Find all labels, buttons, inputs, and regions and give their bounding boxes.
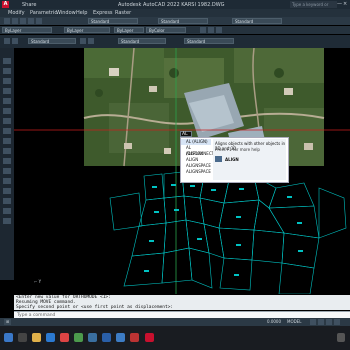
lineweight-dropdown[interactable]: ByLayer	[114, 27, 144, 33]
browser-icon[interactable]	[46, 333, 55, 342]
command-tooltip: Aligns objects with other objects in 2D …	[213, 139, 286, 180]
linetype-dropdown[interactable]: ByLayer	[64, 27, 110, 33]
autocomplete-item[interactable]: ALLPLAY	[181, 151, 211, 157]
windows-taskbar	[0, 326, 350, 350]
menu-item-raster[interactable]: Raster	[115, 10, 131, 16]
command-autocomplete-list: AL (ALIGN) AL (DISCONNECT) ALLPLAY ALIGN…	[180, 137, 289, 183]
autocomplete-item[interactable]: ALIGN	[181, 157, 211, 163]
autocomplete-item[interactable]: ALIGNSPACE	[181, 169, 211, 175]
line-tool-icon[interactable]	[3, 58, 11, 64]
close-icon[interactable]: ×	[343, 1, 348, 7]
extend-tool-icon[interactable]	[3, 178, 11, 184]
hatch-tool-icon[interactable]	[3, 108, 11, 114]
offset-tool-icon[interactable]	[3, 188, 11, 194]
ucs-icon: ⌐ Y	[34, 279, 42, 284]
grid-icon[interactable]	[310, 319, 316, 325]
tool-icon[interactable]	[12, 38, 18, 44]
menu-bar: Modify Parametric Window Help Express Ra…	[0, 9, 350, 17]
left-tool-palette	[0, 48, 14, 280]
title-bar: A Share Autodesk AutoCAD 2022 KARSI 1982…	[0, 0, 350, 14]
command-history-line: Specify second point or <use first point…	[16, 305, 174, 310]
align-command-icon	[215, 156, 222, 162]
menu-item-express[interactable]: Express	[93, 10, 113, 16]
text-tool-icon[interactable]	[3, 118, 11, 124]
tool-icon[interactable]	[4, 38, 10, 44]
polyline-tool-icon[interactable]	[3, 68, 11, 74]
erase-tool-icon[interactable]	[3, 208, 11, 214]
menu-item-parametric[interactable]: Parametric	[30, 10, 57, 16]
tool-icon[interactable]	[200, 27, 206, 33]
tooltip-help-hint: Press F1 for more help	[215, 147, 260, 152]
tooltip-command-name: ALIGN	[225, 157, 239, 162]
customize-icon[interactable]	[334, 319, 340, 325]
search-icon[interactable]	[18, 333, 27, 342]
tool-icon[interactable]	[20, 18, 26, 24]
rotate-tool-icon[interactable]	[3, 148, 11, 154]
tool-icon[interactable]	[208, 27, 214, 33]
toolbar-row-standard: Standard Standard Standard	[0, 35, 350, 48]
menu-item-window[interactable]: Window	[56, 10, 76, 16]
autocomplete-item[interactable]: AL (ALIGN)	[181, 139, 211, 145]
model-space-toggle[interactable]: MODEL	[285, 319, 303, 325]
tool-icon[interactable]	[88, 38, 94, 44]
model-layout-tab[interactable]: ⊞	[4, 319, 12, 325]
multileader-style-dropdown[interactable]: Standard	[118, 38, 166, 44]
app-icon[interactable]	[102, 333, 111, 342]
autocad-logo-icon[interactable]: A	[2, 1, 9, 8]
toolbar-row-styles: Standard Standard Standard	[0, 17, 350, 25]
notification-icon[interactable]	[337, 333, 345, 342]
cadastral-parcels[interactable]	[109, 171, 347, 294]
start-button-icon[interactable]	[4, 333, 13, 342]
app-icon[interactable]	[88, 333, 97, 342]
visual-style-dropdown[interactable]: Standard	[28, 38, 76, 44]
color-dropdown[interactable]: ByColor	[146, 27, 186, 33]
text-style-dropdown[interactable]: Standard	[88, 18, 138, 24]
move-tool-icon[interactable]	[3, 128, 11, 134]
layer-dropdown[interactable]: ByLayer	[2, 27, 52, 33]
file-explorer-icon[interactable]	[32, 333, 41, 342]
ortho-icon[interactable]	[326, 319, 332, 325]
app-icon[interactable]	[60, 333, 69, 342]
tool-icon[interactable]	[28, 18, 34, 24]
command-history: <Enter new value for ORTHOMODE <1>: Resu…	[14, 295, 350, 310]
autocad-taskbar-icon[interactable]	[145, 333, 154, 342]
tool-icon[interactable]	[36, 18, 42, 24]
menu-item-modify[interactable]: Modify	[8, 10, 25, 16]
tool-icon[interactable]	[4, 18, 10, 24]
annotation-style-dropdown[interactable]: Standard	[184, 38, 234, 44]
app-icon[interactable]	[116, 333, 125, 342]
table-style-dropdown[interactable]: Standard	[232, 18, 282, 24]
tool-icon[interactable]	[80, 38, 86, 44]
scale-tool-icon[interactable]	[3, 158, 11, 164]
menu-item-help[interactable]: Help	[76, 10, 87, 16]
coordinate-readout: 0.0000	[267, 319, 281, 324]
snap-icon[interactable]	[318, 319, 324, 325]
fillet-tool-icon[interactable]	[3, 198, 11, 204]
status-bar: ⊞ 0.0000 MODEL	[0, 318, 350, 326]
app-icon[interactable]	[74, 333, 83, 342]
minimize-icon[interactable]: —	[337, 1, 342, 7]
dim-style-dropdown[interactable]: Standard	[158, 18, 208, 24]
app-icon[interactable]	[130, 333, 139, 342]
copy-tool-icon[interactable]	[3, 138, 11, 144]
rectangle-tool-icon[interactable]	[3, 98, 11, 104]
window-title: Autodesk AutoCAD 2022 KARSI 1982.DWG	[118, 2, 225, 8]
tool-icon[interactable]	[216, 27, 222, 33]
search-field[interactable]: Type a keyword or phrase	[290, 1, 337, 14]
trim-tool-icon[interactable]	[3, 168, 11, 174]
tool-icon[interactable]	[12, 18, 18, 24]
arc-tool-icon[interactable]	[3, 88, 11, 94]
share-button[interactable]: Share	[22, 2, 36, 8]
explode-tool-icon[interactable]	[3, 218, 11, 224]
autocomplete-item[interactable]: ALIGNSPACE	[181, 163, 211, 169]
toolbar-row-layers: ByLayer ByLayer ByLayer ByColor	[0, 26, 350, 34]
autocomplete-item[interactable]: AL (DISCONNECT)	[181, 145, 216, 156]
circle-tool-icon[interactable]	[3, 78, 11, 84]
